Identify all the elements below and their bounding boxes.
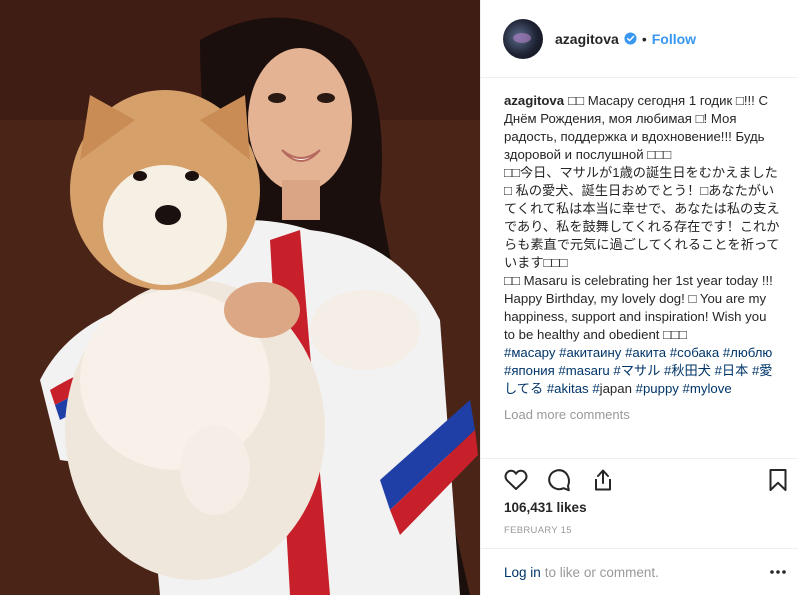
hashtag-link[interactable]: #マサル — [613, 363, 660, 378]
follow-button[interactable]: Follow — [652, 31, 696, 47]
comment-icon[interactable] — [546, 467, 572, 493]
post-photo[interactable] — [0, 0, 480, 595]
hashtag-link[interactable]: #масару — [504, 345, 555, 360]
hashtag-link[interactable]: #акита — [625, 345, 666, 360]
avatar[interactable] — [503, 18, 543, 59]
header-username[interactable]: azagitova — [555, 31, 619, 47]
hashtag-link[interactable]: #akitas — [547, 381, 589, 396]
verified-badge-icon — [624, 32, 637, 45]
post-header: azagitova • Follow — [481, 0, 798, 78]
load-more-comments-button[interactable]: Load more comments — [504, 407, 781, 422]
hashtag-link[interactable]: #puppy — [636, 381, 679, 396]
share-icon[interactable] — [590, 467, 616, 493]
caption-username[interactable]: azagitova — [504, 93, 564, 108]
hashtag-link[interactable]: #япония — [504, 363, 555, 378]
post-date[interactable]: FEBRUARY 15 — [504, 525, 572, 536]
hashtag-link[interactable]: #акитаину — [559, 345, 621, 360]
post-caption: azagitova □□ Масару сегодня 1 годик □!!! … — [504, 92, 781, 398]
hashtag-link[interactable]: #秋田犬 — [664, 363, 711, 378]
hashtag-link[interactable]: #люблю — [723, 345, 772, 360]
login-suffix-text: to like or comment. — [544, 564, 659, 580]
hashtag-link[interactable]: #собака — [670, 345, 719, 360]
caption-text: japan — [599, 381, 632, 396]
hashtag-link[interactable]: # — [592, 381, 599, 396]
hashtag-link[interactable]: #mylove — [683, 381, 732, 396]
caption-paragraph: □□ Masaru is celebrating her 1st year to… — [504, 273, 773, 342]
header-separator: • — [641, 30, 647, 47]
more-options-icon[interactable] — [769, 566, 787, 578]
comments-section: azagitova □□ Масару сегодня 1 годик □!!! … — [481, 78, 798, 458]
photo-illustration — [0, 0, 480, 595]
bookmark-icon[interactable] — [765, 467, 791, 493]
hashtag-link[interactable]: #日本 — [715, 363, 749, 378]
post-side-panel: azagitova • Follow azagitova □□ Масару се… — [480, 0, 798, 595]
caption-paragraph: □□今日、マサルが1歳の誕生日をむかえました□ 私の愛犬、誕生日おめでとう！□あ… — [504, 165, 780, 270]
login-link[interactable]: Log in — [504, 565, 541, 580]
likes-count[interactable]: 106,431 likes — [504, 500, 587, 515]
hashtag-link[interactable]: #masaru — [558, 363, 609, 378]
login-bar: Log in to like or comment. — [481, 548, 798, 595]
post-actions-bar — [481, 458, 798, 498]
heart-icon[interactable] — [503, 467, 529, 493]
